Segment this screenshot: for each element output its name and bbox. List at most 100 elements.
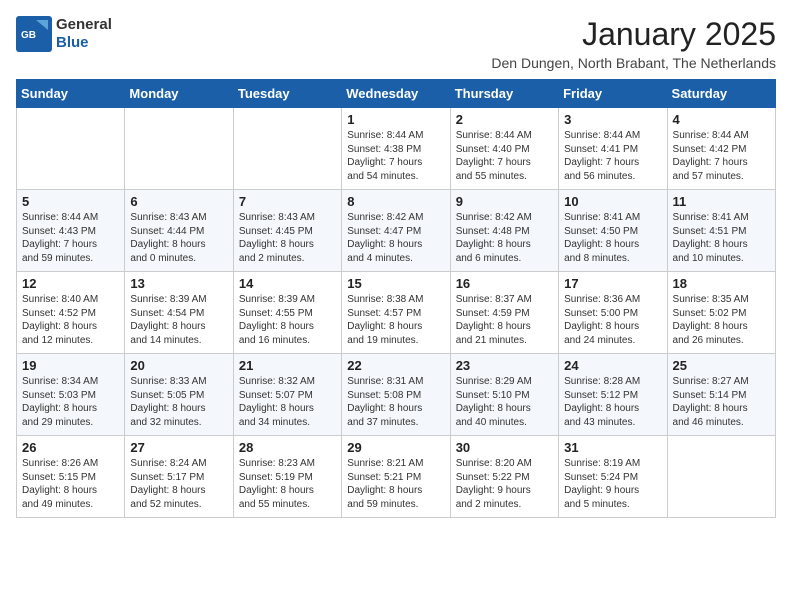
day-number: 8: [347, 194, 444, 209]
cell-info: Sunrise: 8:36 AMSunset: 5:00 PMDaylight:…: [564, 293, 661, 347]
calendar-cell: 4Sunrise: 8:44 AMSunset: 4:42 PMDaylight…: [667, 108, 775, 190]
day-number: 25: [673, 358, 770, 373]
weekday-thursday: Thursday: [450, 80, 558, 108]
cell-info: Sunrise: 8:39 AMSunset: 4:54 PMDaylight:…: [130, 293, 227, 347]
calendar-cell: [125, 108, 233, 190]
day-number: 9: [456, 194, 553, 209]
weekday-sunday: Sunday: [17, 80, 125, 108]
calendar-cell: 6 Sunrise: 8:43 AMSunset: 4:44 PMDaylight…: [125, 190, 233, 272]
calendar-cell: 1 Sunrise: 8:44 AMSunset: 4:38 PMDaylight…: [342, 108, 450, 190]
logo-icon: GB: [16, 16, 52, 52]
cell-info: Sunrise: 8:44 AMSunset: 4:38 PMDaylight:…: [347, 129, 444, 183]
cell-info: Sunrise: 8:31 AMSunset: 5:08 PMDaylight:…: [347, 375, 444, 429]
cell-info: Sunrise: 8:40 AMSunset: 4:52 PMDaylight:…: [22, 293, 119, 347]
calendar-cell: 21Sunrise: 8:32 AMSunset: 5:07 PMDayligh…: [233, 354, 341, 436]
cell-info: Sunrise: 8:42 AMSunset: 4:47 PMDaylight:…: [347, 211, 444, 265]
cell-info: Sunrise: 8:37 AMSunset: 4:59 PMDaylight:…: [456, 293, 553, 347]
day-number: 1: [347, 112, 444, 127]
calendar-cell: 18 Sunrise: 8:35 AMSunset: 5:02 PMDayligh…: [667, 272, 775, 354]
day-number: 29: [347, 440, 444, 455]
week-row-3: 12Sunrise: 8:40 AMSunset: 4:52 PMDayligh…: [17, 272, 776, 354]
week-row-2: 5Sunrise: 8:44 AMSunset: 4:43 PMDaylight…: [17, 190, 776, 272]
weekday-tuesday: Tuesday: [233, 80, 341, 108]
day-number: 2: [456, 112, 553, 127]
day-number: 27: [130, 440, 227, 455]
calendar-cell: 10 Sunrise: 8:41 AMSunset: 4:50 PMDayligh…: [559, 190, 667, 272]
calendar-cell: 5Sunrise: 8:44 AMSunset: 4:43 PMDaylight…: [17, 190, 125, 272]
weekday-monday: Monday: [125, 80, 233, 108]
day-number: 6: [130, 194, 227, 209]
cell-info: Sunrise: 8:34 AMSunset: 5:03 PMDaylight:…: [22, 375, 119, 429]
calendar-cell: [667, 436, 775, 518]
calendar-cell: 27 Sunrise: 8:24 AMSunset: 5:17 PMDayligh…: [125, 436, 233, 518]
calendar-cell: 25 Sunrise: 8:27 AMSunset: 5:14 PMDayligh…: [667, 354, 775, 436]
calendar-cell: 11 Sunrise: 8:41 AMSunset: 4:51 PMDayligh…: [667, 190, 775, 272]
day-number: 24: [564, 358, 661, 373]
day-number: 16: [456, 276, 553, 291]
cell-info: Sunrise: 8:20 AMSunset: 5:22 PMDaylight:…: [456, 457, 553, 511]
day-number: 26: [22, 440, 119, 455]
cell-info: Sunrise: 8:29 AMSunset: 5:10 PMDaylight:…: [456, 375, 553, 429]
weekday-header-row: SundayMondayTuesdayWednesdayThursdayFrid…: [17, 80, 776, 108]
calendar-cell: 17Sunrise: 8:36 AMSunset: 5:00 PMDayligh…: [559, 272, 667, 354]
calendar-cell: 31Sunrise: 8:19 AMSunset: 5:24 PMDayligh…: [559, 436, 667, 518]
cell-info: Sunrise: 8:44 AMSunset: 4:40 PMDaylight:…: [456, 129, 553, 183]
day-number: 14: [239, 276, 336, 291]
cell-info: Sunrise: 8:33 AMSunset: 5:05 PMDaylight:…: [130, 375, 227, 429]
calendar-cell: 13Sunrise: 8:39 AMSunset: 4:54 PMDayligh…: [125, 272, 233, 354]
calendar-cell: 23Sunrise: 8:29 AMSunset: 5:10 PMDayligh…: [450, 354, 558, 436]
calendar-cell: 3 Sunrise: 8:44 AMSunset: 4:41 PMDaylight…: [559, 108, 667, 190]
cell-info: Sunrise: 8:26 AMSunset: 5:15 PMDaylight:…: [22, 457, 119, 511]
cell-info: Sunrise: 8:38 AMSunset: 4:57 PMDaylight:…: [347, 293, 444, 347]
weekday-friday: Friday: [559, 80, 667, 108]
location-label: Den Dungen, North Brabant, The Netherlan…: [491, 55, 776, 71]
calendar-cell: 19 Sunrise: 8:34 AMSunset: 5:03 PMDayligh…: [17, 354, 125, 436]
day-number: 3: [564, 112, 661, 127]
cell-info: Sunrise: 8:41 AMSunset: 4:51 PMDaylight:…: [673, 211, 770, 265]
cell-info: Sunrise: 8:35 AMSunset: 5:02 PMDaylight:…: [673, 293, 770, 347]
day-number: 20: [130, 358, 227, 373]
cell-info: Sunrise: 8:42 AMSunset: 4:48 PMDaylight:…: [456, 211, 553, 265]
day-number: 19: [22, 358, 119, 373]
calendar-cell: 29 Sunrise: 8:21 AMSunset: 5:21 PMDayligh…: [342, 436, 450, 518]
logo: GB General Blue: [16, 16, 112, 52]
day-number: 15: [347, 276, 444, 291]
cell-info: Sunrise: 8:43 AMSunset: 4:44 PMDaylight:…: [130, 211, 227, 265]
day-number: 21: [239, 358, 336, 373]
cell-info: Sunrise: 8:44 AMSunset: 4:43 PMDaylight:…: [22, 211, 119, 265]
logo-general: General: [56, 16, 112, 33]
day-number: 10: [564, 194, 661, 209]
calendar-cell: 28 Sunrise: 8:23 AMSunset: 5:19 PMDayligh…: [233, 436, 341, 518]
calendar-cell: [233, 108, 341, 190]
page-header: GB General Blue January 2025 Den Dungen,…: [16, 16, 776, 71]
calendar-cell: 8 Sunrise: 8:42 AMSunset: 4:47 PMDaylight…: [342, 190, 450, 272]
cell-info: Sunrise: 8:23 AMSunset: 5:19 PMDaylight:…: [239, 457, 336, 511]
week-row-5: 26 Sunrise: 8:26 AMSunset: 5:15 PMDayligh…: [17, 436, 776, 518]
calendar-cell: 22 Sunrise: 8:31 AMSunset: 5:08 PMDayligh…: [342, 354, 450, 436]
cell-info: Sunrise: 8:21 AMSunset: 5:21 PMDaylight:…: [347, 457, 444, 511]
calendar-cell: 9 Sunrise: 8:42 AMSunset: 4:48 PMDaylight…: [450, 190, 558, 272]
month-title: January 2025: [491, 16, 776, 53]
calendar-cell: 7 Sunrise: 8:43 AMSunset: 4:45 PMDaylight…: [233, 190, 341, 272]
weekday-saturday: Saturday: [667, 80, 775, 108]
day-number: 31: [564, 440, 661, 455]
cell-info: Sunrise: 8:41 AMSunset: 4:50 PMDaylight:…: [564, 211, 661, 265]
day-number: 7: [239, 194, 336, 209]
calendar-cell: 20 Sunrise: 8:33 AMSunset: 5:05 PMDayligh…: [125, 354, 233, 436]
cell-info: Sunrise: 8:44 AMSunset: 4:41 PMDaylight:…: [564, 129, 661, 183]
calendar-cell: [17, 108, 125, 190]
cell-info: Sunrise: 8:27 AMSunset: 5:14 PMDaylight:…: [673, 375, 770, 429]
cell-info: Sunrise: 8:39 AMSunset: 4:55 PMDaylight:…: [239, 293, 336, 347]
calendar-body: 1 Sunrise: 8:44 AMSunset: 4:38 PMDaylight…: [17, 108, 776, 518]
cell-info: Sunrise: 8:43 AMSunset: 4:45 PMDaylight:…: [239, 211, 336, 265]
calendar-cell: 15 Sunrise: 8:38 AMSunset: 4:57 PMDayligh…: [342, 272, 450, 354]
calendar-cell: 12Sunrise: 8:40 AMSunset: 4:52 PMDayligh…: [17, 272, 125, 354]
cell-info: Sunrise: 8:24 AMSunset: 5:17 PMDaylight:…: [130, 457, 227, 511]
day-number: 22: [347, 358, 444, 373]
calendar-cell: 2 Sunrise: 8:44 AMSunset: 4:40 PMDaylight…: [450, 108, 558, 190]
day-number: 18: [673, 276, 770, 291]
day-number: 28: [239, 440, 336, 455]
week-row-4: 19 Sunrise: 8:34 AMSunset: 5:03 PMDayligh…: [17, 354, 776, 436]
title-block: January 2025 Den Dungen, North Brabant, …: [491, 16, 776, 71]
day-number: 11: [673, 194, 770, 209]
